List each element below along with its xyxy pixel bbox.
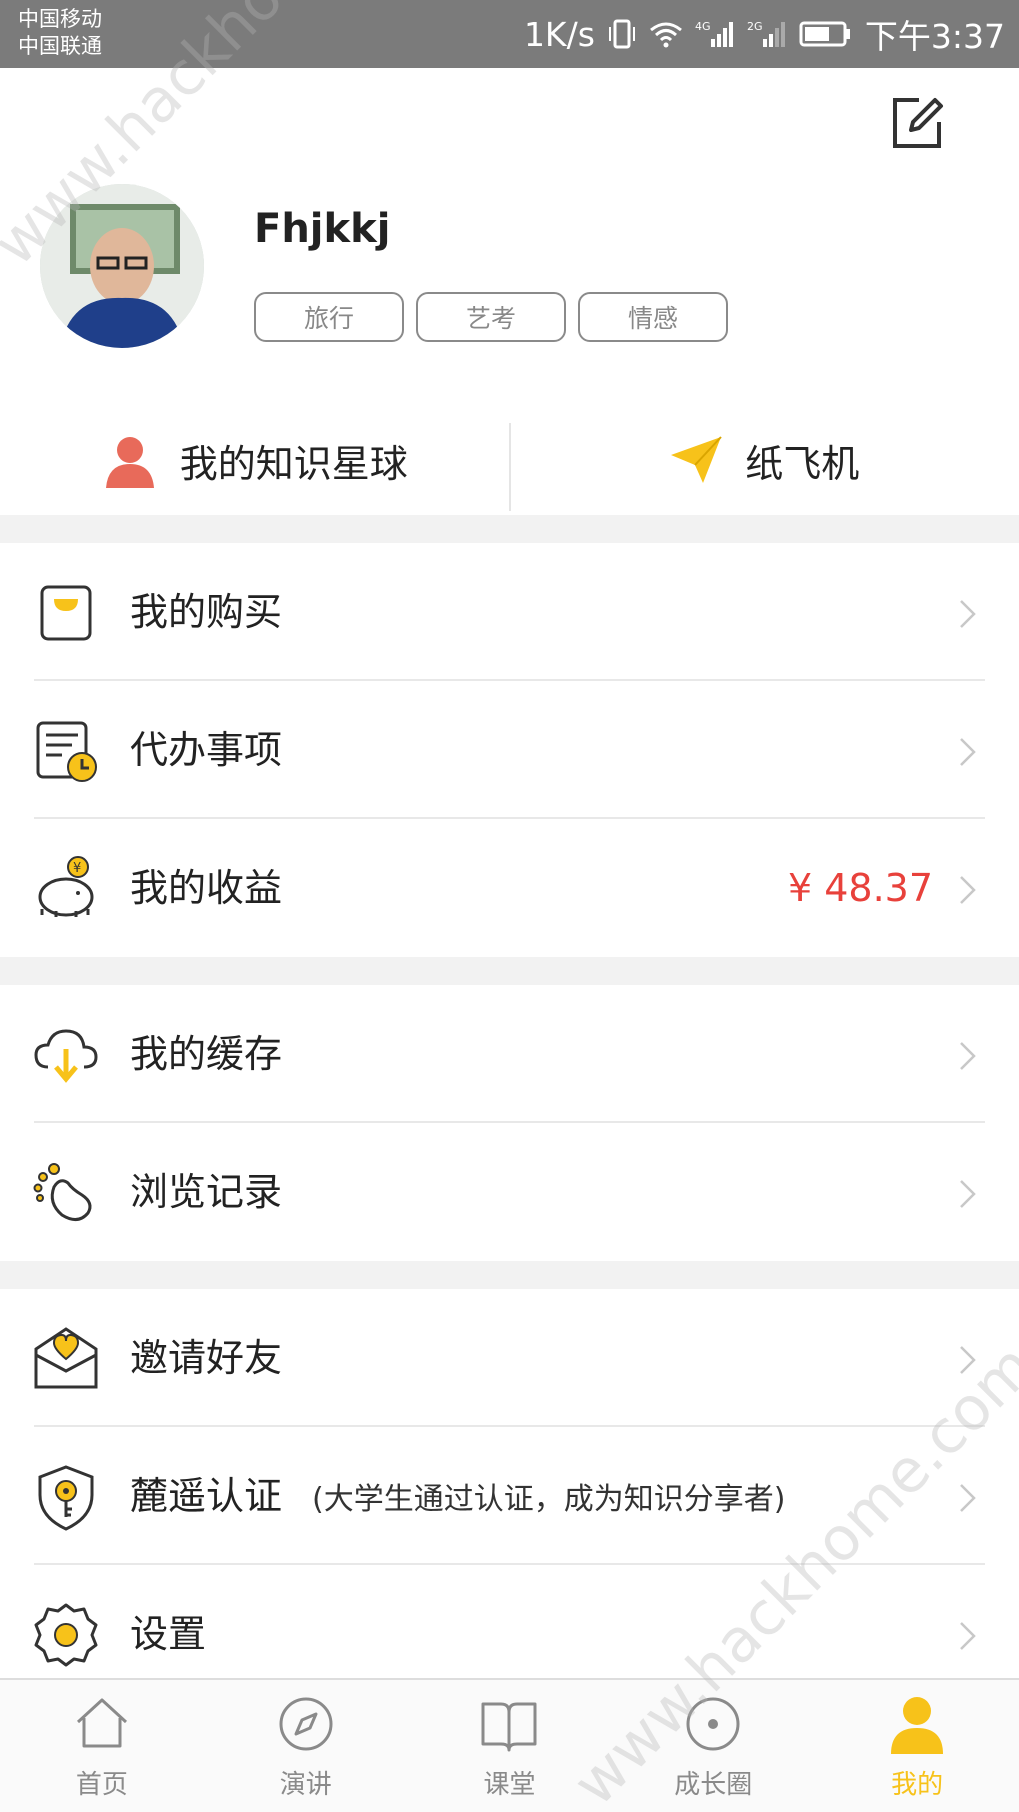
signal-2g-icon: 2G (747, 20, 785, 47)
footprint-icon (33, 1163, 92, 1221)
circle-dot-icon (686, 1697, 740, 1751)
chevron-right-icon (960, 738, 976, 766)
wifi-icon (649, 22, 682, 48)
quick-divider (509, 423, 511, 511)
menu-cache[interactable]: 我的缓存 (0, 985, 1019, 1123)
quick-links: 我的知识星球 纸飞机 (0, 405, 1019, 515)
tab-mine[interactable]: 我的 (815, 1680, 1019, 1812)
envelope-heart-icon (34, 1327, 98, 1389)
network-speed: 1K/s (523, 14, 595, 54)
menu-todo-label: 代办事项 (130, 728, 283, 772)
menu-settings-label: 设置 (130, 1612, 207, 1656)
menu-invite[interactable]: 邀请好友 (0, 1289, 1019, 1427)
tab-home[interactable]: 首页 (0, 1680, 204, 1812)
username: Fhjkkj (254, 206, 391, 252)
bottom-tab-bar: 首页 演讲 课堂 成长圈 我的 (0, 1678, 1019, 1812)
menu-earnings[interactable]: ¥ 我的收益 ¥ 48.37 (0, 819, 1019, 957)
chevron-right-icon (960, 876, 976, 904)
carrier-info: 中国移动 中国联通 (18, 6, 102, 60)
menu-verification-label: 麓遥认证 (大学生通过认证，成为知识分享者) (130, 1471, 785, 1525)
svg-text:2G: 2G (747, 20, 763, 33)
avatar[interactable] (40, 184, 204, 348)
verification-note: (大学生通过认证，成为知识分享者) (312, 1482, 786, 1517)
home-icon (76, 1698, 127, 1748)
cloud-download-icon (34, 1029, 98, 1083)
carrier-1: 中国移动 (18, 7, 102, 31)
gear-icon (34, 1603, 98, 1667)
chevron-right-icon (960, 1484, 976, 1512)
tab-growth-circle[interactable]: 成长圈 (611, 1680, 815, 1812)
tag-emotion[interactable]: 情感 (578, 292, 728, 342)
chevron-right-icon (960, 1180, 976, 1208)
earnings-amount: ¥ 48.37 (787, 866, 933, 910)
vibrate-icon (608, 19, 635, 49)
section-gap (0, 957, 1019, 985)
shopping-bag-icon (40, 585, 92, 641)
menu-purchases[interactable]: 我的购买 (0, 543, 1019, 681)
paper-plane-label: 纸飞机 (745, 441, 860, 486)
menu-purchases-label: 我的购买 (130, 590, 283, 634)
book-icon (481, 1702, 537, 1752)
battery-icon (799, 21, 850, 47)
todo-clock-icon (36, 721, 97, 782)
tab-classroom[interactable]: 课堂 (408, 1680, 612, 1812)
menu-invite-label: 邀请好友 (130, 1336, 283, 1380)
chevron-right-icon (960, 1622, 976, 1650)
menu-todo[interactable]: 代办事项 (0, 681, 1019, 819)
menu-earnings-label: 我的收益 (130, 866, 283, 910)
knowledge-planet-link[interactable]: 我的知识星球 (0, 405, 510, 515)
tab-speech-label: 演讲 (279, 1770, 332, 1800)
section-gap (0, 515, 1019, 543)
menu-verification[interactable]: 麓遥认证 (大学生通过认证，成为知识分享者) (0, 1427, 1019, 1565)
status-bar: 中国移动 中国联通 1K/s 4G 2G 下午3:37 (0, 0, 1019, 68)
svg-text:4G: 4G (695, 20, 711, 33)
chevron-right-icon (960, 600, 976, 628)
chevron-right-icon (960, 1042, 976, 1070)
knowledge-planet-label: 我的知识星球 (179, 441, 408, 486)
menu-history[interactable]: 浏览记录 (0, 1123, 1019, 1261)
carrier-2: 中国联通 (18, 34, 102, 58)
verification-title: 麓遥认证 (130, 1474, 283, 1518)
menu-cache-label: 我的缓存 (130, 1032, 283, 1076)
paper-plane-link[interactable]: 纸飞机 (510, 405, 1019, 515)
shield-key-icon (38, 1465, 94, 1531)
tab-classroom-label: 课堂 (483, 1770, 536, 1800)
signal-4g-icon: 4G (695, 20, 733, 47)
paper-plane-icon (671, 436, 722, 483)
user-icon (891, 1697, 944, 1754)
interest-tags: 旅行 艺考 情感 (254, 292, 728, 342)
tab-growth-circle-label: 成长圈 (674, 1770, 753, 1800)
piggy-bank-icon: ¥ (38, 856, 94, 917)
clock: 下午3:37 (864, 17, 1005, 56)
status-icons: 1K/s 4G 2G 下午3:37 (524, 10, 1005, 58)
compass-icon (279, 1697, 333, 1751)
menu-history-label: 浏览记录 (130, 1170, 283, 1214)
person-icon (105, 437, 154, 488)
tab-home-label: 首页 (75, 1770, 128, 1800)
tab-mine-label: 我的 (891, 1770, 944, 1800)
section-gap (0, 1261, 1019, 1289)
edit-profile-icon[interactable] (887, 92, 947, 152)
chevron-right-icon (960, 1346, 976, 1374)
svg-text:¥: ¥ (73, 861, 81, 876)
tag-art-exam[interactable]: 艺考 (416, 292, 566, 342)
tag-travel[interactable]: 旅行 (254, 292, 404, 342)
tab-speech[interactable]: 演讲 (204, 1680, 408, 1812)
